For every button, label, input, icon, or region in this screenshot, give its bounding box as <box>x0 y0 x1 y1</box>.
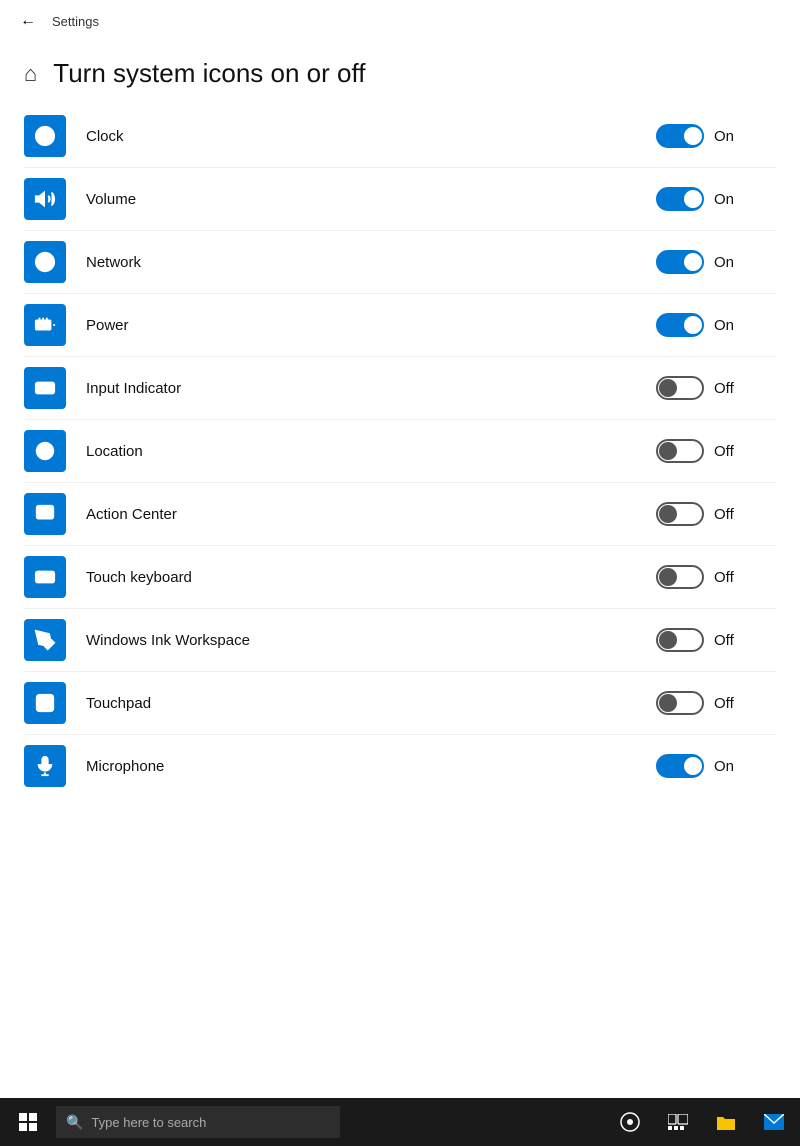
action-center-icon-box <box>24 493 66 535</box>
setting-row-touch-keyboard: Touch keyboard Off <box>24 546 776 609</box>
action-center-label: Action Center <box>86 506 656 523</box>
search-icon: 🔍 <box>66 1114 83 1131</box>
microphone-label: Microphone <box>86 758 656 775</box>
windows-ink-icon-box <box>24 619 66 661</box>
location-toggle-knob <box>659 442 677 460</box>
input-indicator-toggle-knob <box>659 379 677 397</box>
clock-icon-box <box>24 115 66 157</box>
taskbar-search[interactable]: 🔍 Type here to search <box>56 1106 340 1138</box>
power-state-label: On <box>714 317 744 334</box>
input-indicator-toggle-area: Off <box>656 376 776 400</box>
back-button[interactable]: ← <box>16 8 40 34</box>
windows-ink-state-label: Off <box>714 632 744 649</box>
touchpad-toggle-area: Off <box>656 691 776 715</box>
touchpad-state-label: Off <box>714 695 744 712</box>
network-toggle[interactable] <box>656 250 704 274</box>
input-indicator-icon-box <box>24 367 66 409</box>
page-title: Turn system icons on or off <box>53 58 365 89</box>
power-label: Power <box>86 317 656 334</box>
title-bar-text: Settings <box>52 14 99 29</box>
settings-list: Clock On Volume On Network On Power On Input… <box>0 105 800 1098</box>
power-toggle[interactable] <box>656 313 704 337</box>
microphone-icon-box <box>24 745 66 787</box>
volume-toggle-area: On <box>656 187 776 211</box>
touch-keyboard-label: Touch keyboard <box>86 569 656 586</box>
input-indicator-label: Input Indicator <box>86 380 656 397</box>
touchpad-toggle[interactable] <box>656 691 704 715</box>
page-header: ⌂ Turn system icons on or off <box>0 42 800 105</box>
location-toggle[interactable] <box>656 439 704 463</box>
action-center-state-label: Off <box>714 506 744 523</box>
taskbar: 🔍 Type here to search <box>0 1098 800 1146</box>
setting-row-volume: Volume On <box>24 168 776 231</box>
setting-row-windows-ink: Windows Ink Workspace Off <box>24 609 776 672</box>
touchpad-label: Touchpad <box>86 695 656 712</box>
setting-row-clock: Clock On <box>24 105 776 168</box>
network-toggle-knob <box>684 253 702 271</box>
setting-row-action-center: Action Center Off <box>24 483 776 546</box>
touch-keyboard-toggle[interactable] <box>656 565 704 589</box>
location-state-label: Off <box>714 443 744 460</box>
power-toggle-area: On <box>656 313 776 337</box>
windows-ink-label: Windows Ink Workspace <box>86 632 656 649</box>
touch-keyboard-toggle-knob <box>659 568 677 586</box>
setting-row-power: Power On <box>24 294 776 357</box>
windows-ink-toggle-area: Off <box>656 628 776 652</box>
power-icon-box <box>24 304 66 346</box>
volume-icon-box <box>24 178 66 220</box>
windows-ink-toggle[interactable] <box>656 628 704 652</box>
action-center-toggle-area: Off <box>656 502 776 526</box>
touchpad-icon-box <box>24 682 66 724</box>
action-center-toggle[interactable] <box>656 502 704 526</box>
clock-label: Clock <box>86 128 656 145</box>
microphone-state-label: On <box>714 758 744 775</box>
network-state-label: On <box>714 254 744 271</box>
multitask-icon[interactable] <box>656 1100 700 1144</box>
volume-toggle-knob <box>684 190 702 208</box>
volume-state-label: On <box>714 191 744 208</box>
volume-label: Volume <box>86 191 656 208</box>
location-toggle-area: Off <box>656 439 776 463</box>
power-toggle-knob <box>684 316 702 334</box>
clock-toggle[interactable] <box>656 124 704 148</box>
action-center-toggle-knob <box>659 505 677 523</box>
clock-toggle-knob <box>684 127 702 145</box>
taskbar-icons <box>608 1100 796 1144</box>
input-indicator-state-label: Off <box>714 380 744 397</box>
network-label: Network <box>86 254 656 271</box>
setting-row-microphone: Microphone On <box>24 735 776 797</box>
touch-keyboard-icon-box <box>24 556 66 598</box>
setting-row-network: Network On <box>24 231 776 294</box>
setting-row-touchpad: Touchpad Off <box>24 672 776 735</box>
search-placeholder: Type here to search <box>91 1115 206 1130</box>
clock-toggle-area: On <box>656 124 776 148</box>
network-icon-box <box>24 241 66 283</box>
touch-keyboard-state-label: Off <box>714 569 744 586</box>
clock-state-label: On <box>714 128 744 145</box>
location-icon-box <box>24 430 66 472</box>
windows-ink-toggle-knob <box>659 631 677 649</box>
microphone-toggle-knob <box>684 757 702 775</box>
touchpad-toggle-knob <box>659 694 677 712</box>
input-indicator-toggle[interactable] <box>656 376 704 400</box>
network-toggle-area: On <box>656 250 776 274</box>
title-bar: ← Settings <box>0 0 800 42</box>
setting-row-location: Location Off <box>24 420 776 483</box>
task-view-icon[interactable] <box>608 1100 652 1144</box>
home-icon: ⌂ <box>24 61 37 87</box>
start-button[interactable] <box>4 1098 52 1146</box>
volume-toggle[interactable] <box>656 187 704 211</box>
microphone-toggle[interactable] <box>656 754 704 778</box>
location-label: Location <box>86 443 656 460</box>
file-explorer-icon[interactable] <box>704 1100 748 1144</box>
microphone-toggle-area: On <box>656 754 776 778</box>
mail-icon[interactable] <box>752 1100 796 1144</box>
setting-row-input-indicator: Input Indicator Off <box>24 357 776 420</box>
touch-keyboard-toggle-area: Off <box>656 565 776 589</box>
